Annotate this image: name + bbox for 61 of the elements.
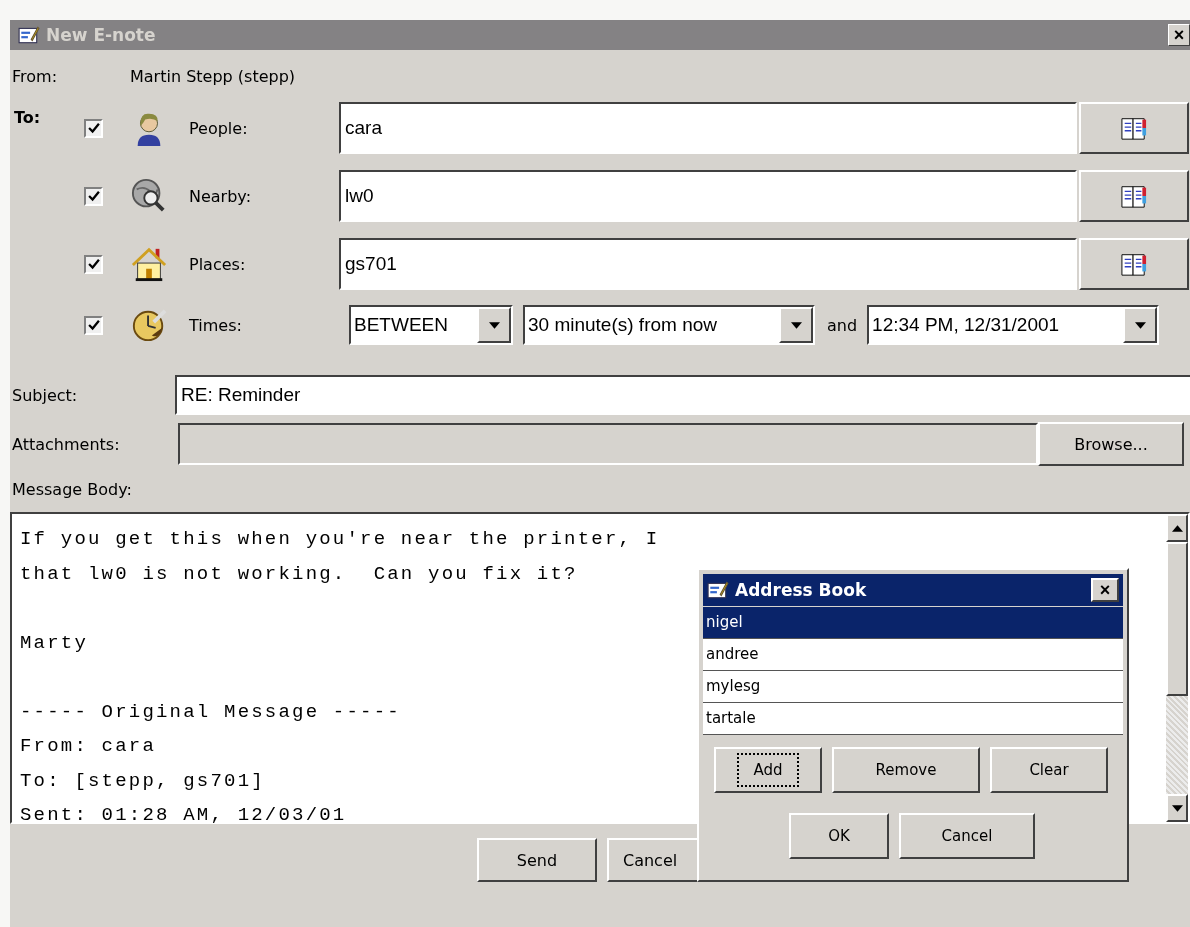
address-book-icon [1120,251,1148,277]
and-label: and [827,315,858,335]
message-line: that lw0 is not working. Can you fix it? [20,561,578,587]
address-book-button[interactable] [1079,170,1189,222]
message-line: Marty [20,630,88,656]
close-button[interactable]: × [1091,578,1119,602]
dialog-title: Address Book [735,580,868,600]
sender-name: Martin Stepp (stepp) [130,66,296,86]
subject-field[interactable]: RE: Reminder [175,375,1190,415]
recipient-label: Times: [189,315,243,335]
address-list-item[interactable]: tartale [703,703,1123,735]
mode-dropdown[interactable]: BETWEEN [349,305,513,345]
checkbox[interactable] [84,118,103,138]
globe-search-icon [131,178,167,214]
address-list-item[interactable]: mylesg [703,671,1123,703]
recipient-field[interactable]: cara [339,102,1077,154]
subject-label: Subject: [11,385,79,405]
message-line: ----- Original Message ----- [20,699,401,725]
scrollbar[interactable] [1166,514,1188,822]
dropdown-arrow-icon [790,321,802,329]
send-button[interactable]: Send [477,838,597,882]
checkbox[interactable] [84,254,103,274]
start-time-dropdown[interactable]: 30 minute(s) from now [523,305,815,345]
message-line: From: cara [20,734,157,759]
dropdown-arrow-icon [1134,321,1146,329]
attachments-field[interactable] [178,423,1038,465]
address-list-item[interactable]: nigel [703,607,1123,639]
scroll-down-icon [1171,804,1183,812]
checkbox[interactable] [84,315,103,335]
dialog-button[interactable]: Add [714,747,822,793]
address-book-button[interactable] [1079,238,1189,290]
recipient-label: Places: [189,254,247,274]
end-time-dropdown[interactable]: 12:34 PM, 12/31/2001 [867,305,1160,345]
recipient-field[interactable]: gs701 [339,238,1077,290]
message-line: If you get this when you're near the printer, I [20,527,660,552]
dialog-button[interactable]: Clear [990,747,1108,793]
scroll-up-icon [1171,524,1183,532]
address-book-button[interactable] [1079,102,1189,154]
message-line: To: [stepp, gs701] [20,768,265,794]
attachments-label: Attachments: [11,434,121,454]
notepad-icon [707,580,729,600]
address-list-item[interactable]: andree [703,639,1123,671]
clock-icon [131,307,167,343]
recipient-field[interactable]: lw0 [339,170,1077,222]
browse-button[interactable]: Browse... [1038,422,1184,466]
dropdown-arrow-icon [488,321,500,329]
message-body-label: Message Body: [12,479,132,499]
close-button[interactable]: × [1168,24,1190,46]
checkbox[interactable] [84,186,103,206]
address-book-icon [1120,115,1148,141]
dialog-button[interactable]: OK [789,813,889,859]
dialog-button[interactable]: Remove [832,747,980,793]
address-book-icon [1120,183,1148,209]
from-label: From: [12,66,59,86]
to-label: To: [13,107,42,129]
house-icon [131,246,167,282]
recipient-label: People: [189,118,249,138]
notepad-icon [18,25,40,45]
dialog-button[interactable]: Cancel [899,813,1035,859]
window-title: New E-note [46,25,157,45]
recipient-label: Nearby: [189,186,253,206]
